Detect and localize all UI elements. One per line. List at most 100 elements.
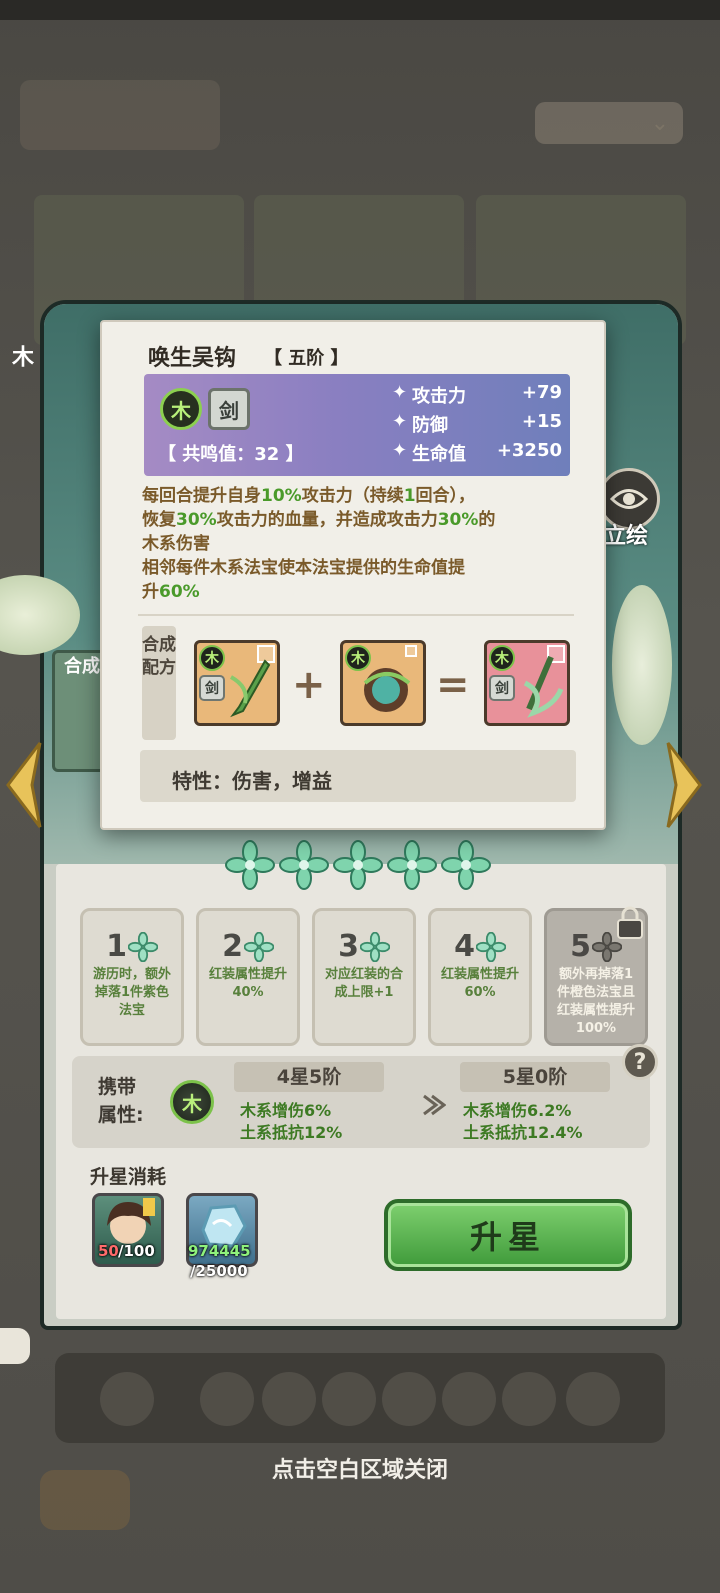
equals-icon: =: [436, 662, 470, 708]
upgrade-star-button[interactable]: 升星: [384, 1199, 632, 1271]
star-tier-card-3[interactable]: 3 对应红装的合成上限+1: [312, 908, 416, 1046]
upgrade-star-label: 升星: [469, 1218, 546, 1256]
star-flower-icon: [127, 931, 158, 962]
stat-row-hp: ✦ 生命值 +3250: [392, 440, 562, 466]
filter-dot[interactable]: [200, 1372, 254, 1426]
sparkle-icon: ✦: [392, 411, 408, 432]
lock-icon: [617, 906, 643, 939]
jade-hook-icon: [523, 655, 564, 718]
portrait-view-label: 立绘: [604, 524, 649, 549]
current-stage-label: 4星5阶: [234, 1062, 384, 1092]
help-icon[interactable]: ?: [622, 1044, 658, 1080]
tier-number: 4: [454, 929, 475, 964]
plus-icon: +: [292, 662, 326, 708]
filter-dot[interactable]: [322, 1372, 376, 1426]
skill-line: 每回合提升自身10%攻击力（持续1回合），: [142, 486, 476, 506]
star-flower-icon: [225, 840, 275, 890]
hero-element-label: 木: [8, 345, 33, 367]
current-stat-line: 土系抵抗12%: [240, 1123, 343, 1142]
skill-line: 升60%: [142, 582, 200, 602]
hero-star-rating: [225, 840, 491, 890]
status-bar: [0, 0, 720, 20]
tier-description: 红装属性提升60%: [440, 967, 519, 1000]
tier-number: 5: [570, 929, 591, 964]
resonance-value: 【 共鸣值：32 】: [158, 444, 304, 465]
star-flower-icon: [243, 931, 274, 962]
sword-type-icon: 剑: [199, 675, 225, 701]
filter-dot[interactable]: [262, 1372, 316, 1426]
stat-value: +15: [521, 411, 562, 432]
wood-element-icon: 木: [199, 645, 225, 671]
tier-description: 游历时，额外掉落1件紫色法宝: [92, 967, 171, 1018]
sword-type-icon: 剑: [489, 675, 515, 701]
treasure-name: 唤生吴钩: [148, 346, 237, 371]
carry-attribute-label: 携带属性:: [98, 1076, 144, 1126]
star-tier-card-4[interactable]: 4 红装属性提升60%: [428, 908, 532, 1046]
skill-description: 每回合提升自身10%攻击力（持续1回合）， 恢复30%攻击力的血量，并造成攻击力…: [142, 484, 570, 604]
chevron-down-icon: ⌄: [650, 110, 669, 136]
filter-dot[interactable]: [566, 1372, 620, 1426]
tier-number: 2: [222, 929, 243, 964]
treasure-stat-banner: 木 剑 【 共鸣值：32 】 ✦ 攻击力 +79 ✦ 防御 +15 ✦ 生命值 …: [144, 374, 570, 476]
skill-line: 相邻每件木系法宝使本法宝提供的生命值提: [142, 558, 465, 578]
chevron-left-icon: [6, 742, 42, 828]
recipe-input-sword[interactable]: 木 剑: [194, 640, 280, 726]
recipe-label: 合成配方: [142, 626, 176, 740]
sparkle-icon: ✦: [392, 440, 408, 461]
star-flower-icon: [387, 840, 437, 890]
wood-element-icon: 木: [160, 388, 202, 430]
filter-dot[interactable]: [100, 1372, 154, 1426]
next-stat-line: 木系增伤6.2%: [463, 1101, 572, 1120]
hero-shard-need: /100: [118, 1242, 155, 1260]
stat-row-attack: ✦ 攻击力 +79: [392, 382, 562, 408]
next-stage-label: 5星0阶: [460, 1062, 610, 1092]
stat-value: +79: [521, 382, 562, 403]
sparkle-icon: ✦: [392, 382, 408, 403]
upgrade-cost-title: 升星消耗: [90, 1166, 167, 1188]
filter-dot[interactable]: [502, 1372, 556, 1426]
stat-value: +3250: [496, 440, 562, 461]
stat-name: 攻击力: [412, 386, 466, 407]
recipe-input-orb[interactable]: 木: [340, 640, 426, 726]
eye-icon: [610, 489, 648, 509]
tier-number: 1: [106, 929, 127, 964]
mini-card-label: 合成: [64, 656, 100, 677]
treasure-tooltip: 唤生吴钩 【 五阶 】 木 剑 【 共鸣值：32 】 ✦ 攻击力 +79 ✦ 防…: [100, 320, 606, 830]
divider: [138, 614, 574, 616]
star-flower-icon: [359, 931, 390, 962]
wood-element-icon: 木: [489, 645, 515, 671]
prev-hero-arrow[interactable]: [0, 735, 48, 835]
tier-description: 对应红装的合成上限+1: [324, 967, 403, 1000]
close-hint[interactable]: 点击空白区域关闭: [0, 1452, 720, 1484]
game-logo: [20, 80, 220, 150]
stat-row-defense: ✦ 防御 +15: [392, 411, 562, 437]
skill-line: 木系伤害: [142, 534, 210, 554]
star-tier-card-2[interactable]: 2 红装属性提升40%: [196, 908, 300, 1046]
star-flower-icon: [475, 931, 506, 962]
jade-have: 974445: [188, 1242, 251, 1260]
star-flower-icon: [441, 840, 491, 890]
sort-dropdown[interactable]: ⌄: [535, 102, 683, 144]
star-tier-card-1[interactable]: 1 游历时，额外掉落1件紫色法宝: [80, 908, 184, 1046]
tier-description: 红装属性提升40%: [208, 967, 287, 1000]
hero-shard-have: 50: [98, 1242, 119, 1260]
stat-name: 防御: [412, 415, 448, 436]
next-hero-arrow[interactable]: [660, 735, 708, 835]
filter-dot[interactable]: [442, 1372, 496, 1426]
chevron-right-icon: [666, 742, 702, 828]
tier-number: 3: [338, 929, 359, 964]
filter-dot[interactable]: [382, 1372, 436, 1426]
recipe-output-treasure[interactable]: 木 剑: [484, 640, 570, 726]
trait-text: 特性：伤害，增益: [172, 769, 332, 793]
stat-name: 生命值: [412, 444, 466, 465]
chat-bubble-icon[interactable]: [0, 1328, 30, 1364]
skill-line: 恢复30%攻击力的血量，并造成攻击力30%的: [142, 510, 496, 530]
treasure-rank: 【 五阶 】: [264, 348, 349, 369]
current-stat-line: 木系增伤6%: [240, 1101, 332, 1120]
green-sword-icon: [229, 659, 271, 718]
nest-orb-icon: [363, 668, 411, 712]
sword-type-icon: 剑: [208, 388, 250, 430]
lily-decoration: [612, 585, 672, 745]
next-stat-line: 土系抵抗12.4%: [463, 1123, 583, 1142]
grid-slot-icon: [405, 645, 417, 657]
